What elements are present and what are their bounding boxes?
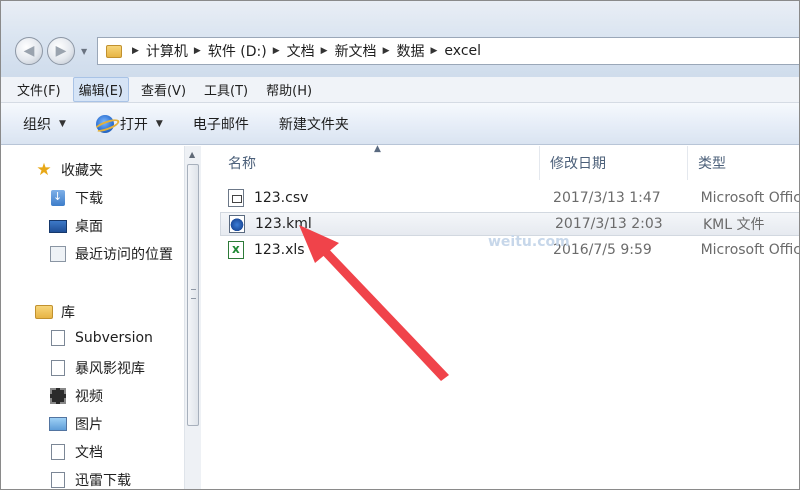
arrow-shaft (317, 243, 449, 381)
annotation-arrow (299, 225, 449, 381)
explorer-window: ◀ ▶ ▼ ▶ 计算机 ▶ 软件 (D:) ▶ 文档 ▶ 新文档 ▶ 数据 ▶ … (0, 0, 800, 490)
